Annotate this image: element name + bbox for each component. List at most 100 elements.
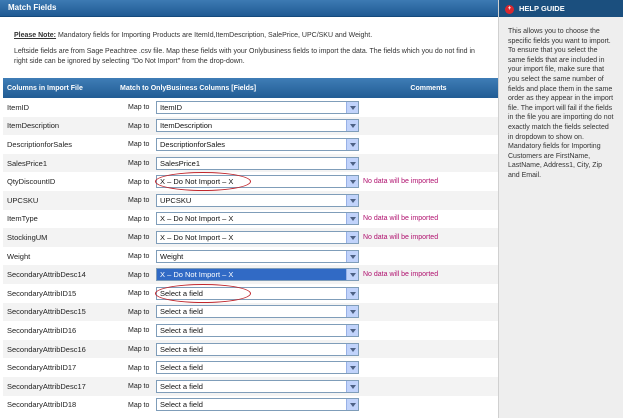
chevron-down-icon[interactable] <box>346 231 358 243</box>
chevron-down-icon[interactable] <box>346 213 358 225</box>
field-select-value: Select a field <box>160 400 203 410</box>
map-cell: Map to Select a field <box>106 396 359 415</box>
help-guide-title: HELP GUIDE <box>519 4 565 13</box>
field-select[interactable]: Select a field <box>155 283 359 303</box>
chevron-down-icon[interactable] <box>346 194 358 206</box>
map-to-label: Map to <box>128 308 150 316</box>
field-select[interactable]: X – Do Not Import – X <box>156 268 359 282</box>
import-column-name: StockingUM <box>7 232 48 242</box>
row-comment: No data will be imported <box>363 215 439 223</box>
map-to-label: Map to <box>128 271 150 279</box>
chevron-down-icon[interactable] <box>346 101 358 113</box>
match-fields-panel: Match Fields Please Note: Mandatory fiel… <box>0 0 498 418</box>
field-select-value: Select a field <box>160 288 203 298</box>
map-to-label: Map to <box>128 290 150 298</box>
import-column-name: SalesPrice1 <box>7 158 48 168</box>
chevron-down-icon[interactable] <box>346 138 358 150</box>
map-cell: Map to Select a field <box>106 303 359 322</box>
row-comment <box>359 117 498 136</box>
import-column-name: SecondaryAttribID16 <box>7 325 77 335</box>
field-select[interactable]: Select a field <box>156 323 359 337</box>
import-column-name: SecondaryAttribID15 <box>7 288 77 298</box>
row-comment: No data will be imported <box>363 271 439 279</box>
help-guide-header: + HELP GUIDE <box>499 0 623 17</box>
row-comment: No data will be imported <box>363 233 439 241</box>
field-select-value: ItemDescription <box>160 121 213 131</box>
note-text: Mandatory fields for Importing Products … <box>56 32 373 39</box>
field-select[interactable]: Select a field <box>156 305 359 319</box>
row-comment <box>359 358 498 377</box>
row-comment <box>359 377 498 396</box>
field-select[interactable]: SalesPrice1 <box>156 156 359 170</box>
import-column-name: SecondaryAttribID17 <box>7 363 77 373</box>
chevron-down-icon[interactable] <box>346 324 358 336</box>
field-select-value: Select a field <box>160 381 203 391</box>
field-select[interactable]: UPCSKU <box>156 193 359 207</box>
chevron-down-icon[interactable] <box>346 176 358 188</box>
row-comment <box>359 247 498 266</box>
field-select-value: Select a field <box>160 307 203 317</box>
table-row: SecondaryAttribDesc16 Map to Select a fiel… <box>3 339 498 359</box>
chevron-down-icon[interactable] <box>346 120 358 132</box>
chevron-down-icon[interactable] <box>346 343 358 355</box>
chevron-down-icon[interactable] <box>346 250 358 262</box>
field-select-value: UPCSKU <box>160 195 192 205</box>
note-label: Please Note: <box>14 32 57 39</box>
table-row: Weight Map to Weight <box>3 246 498 266</box>
import-column-name: Weight <box>7 251 31 261</box>
import-column-name: ItemType <box>7 214 38 224</box>
import-column-name: SecondaryAttribDesc17 <box>7 381 86 391</box>
field-select[interactable]: DescriptionforSales <box>156 137 359 151</box>
chevron-down-icon[interactable] <box>346 287 358 299</box>
table-row: UPCSKU Map to UPCSKU <box>3 190 498 210</box>
map-to-label: Map to <box>128 253 150 261</box>
row-comment <box>359 303 498 322</box>
field-select[interactable]: Select a field <box>156 398 359 412</box>
chevron-down-icon[interactable] <box>346 157 358 169</box>
field-select[interactable]: Select a field <box>156 342 359 356</box>
table-row: ItemType Map to X – Do Not Import – X No da… <box>3 209 498 229</box>
map-cell: Map to X – Do Not Import – X <box>106 228 359 247</box>
import-column-name: SecondaryAttribDesc16 <box>7 344 86 354</box>
chevron-down-icon[interactable] <box>346 269 358 281</box>
chevron-down-icon[interactable] <box>346 380 358 392</box>
table-row: SecondaryAttribDesc17 Map to Select a fiel… <box>3 376 498 396</box>
chevron-down-icon[interactable] <box>346 306 358 318</box>
field-select[interactable]: Select a field <box>156 361 359 375</box>
field-select-value: Select a field <box>160 325 203 335</box>
map-to-label: Map to <box>128 364 150 372</box>
field-select-value: X – Do Not Import – X <box>160 232 234 242</box>
table-row: SecondaryAttribID17 Map to Select a field <box>3 358 498 377</box>
map-to-label: Map to <box>128 197 150 205</box>
field-select[interactable]: ItemID <box>156 100 359 114</box>
field-select[interactable]: X – Do Not Import – X <box>156 212 359 226</box>
header-match-to-columns: Match to OnlyBusiness Columns [Fields] <box>120 84 257 92</box>
import-column-name: ItemDescription <box>7 121 60 131</box>
table-header-row: Columns in Import File Match to OnlyBusi… <box>3 78 498 98</box>
map-to-label: Map to <box>128 383 150 391</box>
row-comment: No data will be imported <box>363 178 439 186</box>
field-select[interactable]: X – Do Not Import – X <box>156 230 359 244</box>
chevron-down-icon[interactable] <box>346 399 358 411</box>
map-to-label: Map to <box>128 327 150 335</box>
field-select[interactable]: X – Do Not Import – X <box>155 172 359 191</box>
chevron-down-icon[interactable] <box>346 362 358 374</box>
mandatory-note: Please Note: Mandatory fields for Import… <box>0 17 498 41</box>
match-fields-table: Columns in Import File Match to OnlyBusi… <box>3 78 498 415</box>
map-cell: Map to Select a field <box>106 321 359 340</box>
field-select[interactable]: Select a field <box>156 379 359 393</box>
table-row: QtyDiscountID Map to X – Do Not Import – X… <box>3 172 498 191</box>
map-to-label: Map to <box>128 160 150 168</box>
map-cell: Map to Weight <box>106 247 359 266</box>
map-cell: Map to DescriptionforSales <box>106 135 359 154</box>
table-row: ItemID Map to ItemID <box>3 98 498 117</box>
field-select-value: X – Do Not Import – X <box>160 177 234 187</box>
field-select-value: DescriptionforSales <box>160 139 226 149</box>
map-to-label: Map to <box>128 234 150 242</box>
row-comment <box>359 191 498 210</box>
map-cell: Map to UPCSKU <box>106 191 359 210</box>
page-title: Match Fields <box>0 0 498 17</box>
field-select[interactable]: Weight <box>156 249 359 263</box>
field-select[interactable]: ItemDescription <box>156 119 359 133</box>
map-to-label: Map to <box>128 401 150 409</box>
